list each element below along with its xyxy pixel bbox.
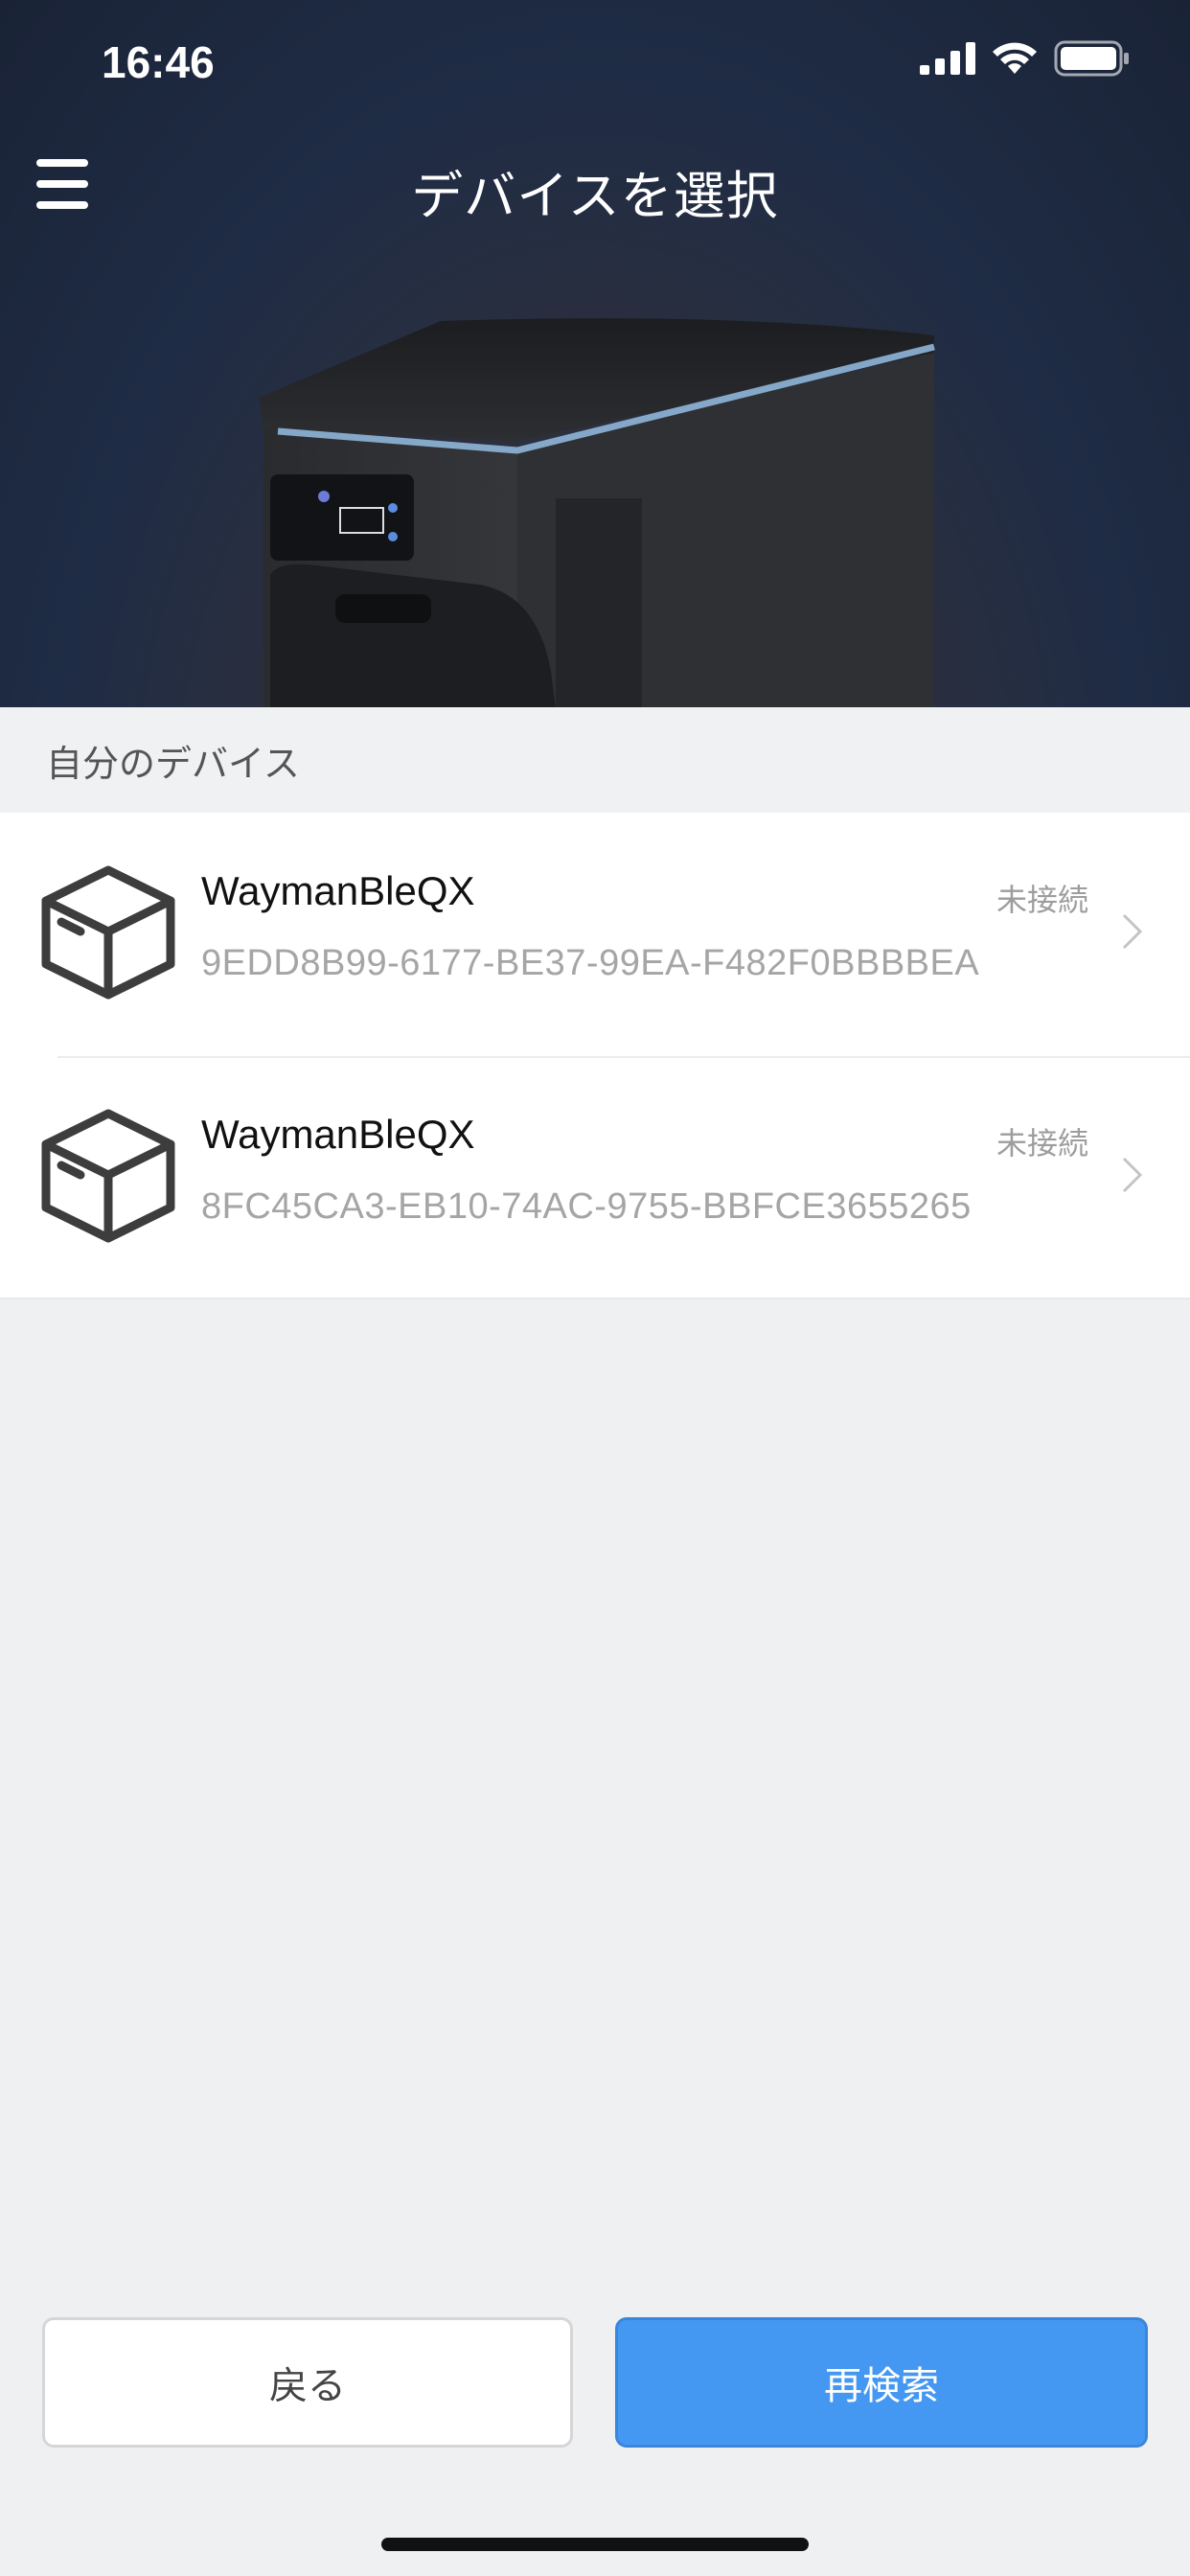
divider (0, 1298, 1190, 1300)
box-icon (41, 865, 175, 1000)
chevron-right-icon (1122, 913, 1143, 950)
device-select-screen: 16:46 デバイスを選択 自分のデバイス WaymanBleQX 9EDD8B… (0, 0, 1190, 2576)
page-title: デバイスを選択 (411, 166, 779, 226)
device-row[interactable]: WaymanBleQX 9EDD8B99-6177-BE37-99EA-F482… (0, 813, 1190, 1056)
battery-icon (1054, 40, 1129, 77)
device-row[interactable]: WaymanBleQX 8FC45CA3-EB10-74AC-9755-BBFC… (0, 1056, 1190, 1300)
section-header-my-devices: 自分のデバイス (0, 707, 1190, 813)
hero-header: 16:46 デバイスを選択 (0, 0, 1190, 707)
product-image (259, 318, 935, 707)
wifi-icon (993, 42, 1037, 74)
device-name: WaymanBleQX (201, 1112, 475, 1157)
cellular-signal-icon (920, 42, 975, 75)
box-icon (41, 1109, 175, 1243)
device-list: WaymanBleQX 9EDD8B99-6177-BE37-99EA-F482… (0, 813, 1190, 1300)
rescan-button[interactable]: 再検索 (615, 2317, 1148, 2448)
chevron-right-icon (1122, 1157, 1143, 1193)
device-id: 8FC45CA3-EB10-74AC-9755-BBFCE3655265 (201, 1186, 972, 1227)
device-name: WaymanBleQX (201, 868, 475, 913)
back-button[interactable]: 戻る (42, 2317, 573, 2448)
status-time: 16:46 (102, 37, 215, 87)
home-indicator (381, 2538, 809, 2551)
status-icons (920, 40, 1131, 77)
device-id: 9EDD8B99-6177-BE37-99EA-F482F0BBBBEA (201, 943, 980, 983)
device-status: 未接続 (995, 882, 1088, 918)
device-status: 未接続 (995, 1125, 1088, 1162)
